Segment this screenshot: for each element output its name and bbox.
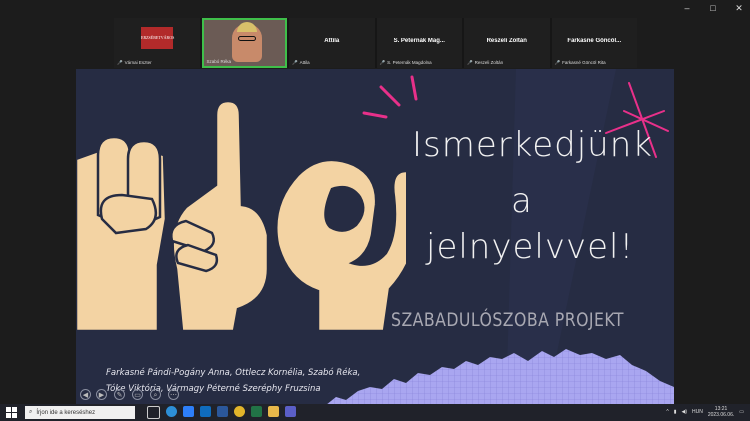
participant-name: Farkasné Göncöl...	[567, 38, 622, 44]
volume-icon[interactable]: ◀)	[681, 409, 687, 415]
slide-title-line: a	[511, 181, 533, 221]
minimize-button[interactable]: –	[680, 2, 694, 14]
slide-title-line: jelnyelvvel!	[426, 227, 635, 267]
teams-icon[interactable]	[285, 406, 296, 417]
previous-slide-button[interactable]: ◀	[80, 389, 91, 400]
participant-tile[interactable]: Attila 🎤 Attila	[289, 18, 375, 68]
network-icon[interactable]: ▮	[674, 409, 677, 415]
more-options-button[interactable]: ⋯	[168, 389, 179, 400]
start-button[interactable]	[6, 407, 17, 418]
muted-mic-icon: 🎤	[554, 60, 561, 65]
clock-date: 2023.06.06.	[707, 412, 735, 418]
participant-name: Attila	[324, 38, 340, 44]
taskbar-search[interactable]: ⌕ Írjon ide a kereséshez	[25, 406, 135, 419]
shared-slide: Ismerkedjünk a jelnyelvvel! SZABADULÓSZO…	[76, 69, 674, 405]
participant-gallery: ERZSÉBETVÁROS 🎤 Várnai Eszter Szabó Réka …	[114, 18, 638, 68]
sign-language-hands-illustration	[76, 99, 406, 333]
language-indicator[interactable]: HUN	[692, 409, 703, 415]
slides-grid-button[interactable]: ▭	[132, 389, 143, 400]
participant-label: Várnai Eszter	[124, 60, 152, 65]
chevron-up-icon[interactable]: ^	[666, 409, 668, 415]
zoom-icon[interactable]	[183, 406, 194, 417]
window-controls: – □ ✕	[680, 2, 746, 14]
participant-tile[interactable]: ERZSÉBETVÁROS 🎤 Várnai Eszter	[114, 18, 200, 68]
close-button[interactable]: ✕	[732, 2, 746, 14]
participant-label: Farkasné Göncöl Rita	[562, 60, 606, 65]
notifications-icon[interactable]: ▭	[739, 409, 744, 415]
windows-taskbar: ⌕ Írjon ide a kereséshez ^ ▮ ◀) HUN 13:2…	[0, 404, 750, 421]
slide-authors: Farkasné Pándi-Pogány Anna, Ottlecz Korn…	[106, 368, 361, 378]
participant-tile-active-speaker[interactable]: Szabó Réka	[201, 18, 288, 68]
slide-title-line: Ismerkedjünk	[412, 125, 653, 165]
participant-tile[interactable]: S. Peternák Mag... 🎤 S. Peternák Magdolna	[376, 18, 463, 68]
muted-mic-icon: 🎤	[292, 60, 298, 65]
explorer-icon[interactable]	[268, 406, 279, 417]
search-placeholder: Írjon ide a kereséshez	[36, 409, 96, 416]
search-icon: ⌕	[29, 409, 33, 415]
system-tray: ^ ▮ ◀) HUN 13:21 2023.06.06. ▭	[666, 406, 744, 418]
edge-icon[interactable]	[166, 406, 177, 417]
slide-subtitle: SZABADULÓSZOBA PROJEKT	[391, 309, 624, 331]
participant-video	[231, 22, 262, 62]
participant-label: Reszeli Zoltán	[474, 60, 504, 65]
excel-icon[interactable]	[251, 406, 262, 417]
participant-name: Reszeli Zoltán	[486, 38, 527, 44]
muted-mic-icon: 🎤	[467, 60, 473, 65]
outlook-icon[interactable]	[200, 406, 211, 417]
participant-name: S. Peternák Mag...	[393, 38, 445, 44]
wave-graphic	[326, 349, 674, 405]
muted-mic-icon: 🎤	[117, 60, 123, 65]
next-slide-button[interactable]: ▶	[96, 389, 107, 400]
word-icon[interactable]	[217, 406, 228, 417]
zoom-button[interactable]: ⌕	[150, 389, 161, 400]
pen-tool-button[interactable]: ✎	[114, 389, 125, 400]
participant-label: Szabó Réka	[206, 59, 232, 64]
participant-logo: ERZSÉBETVÁROS	[141, 27, 174, 49]
maximize-button[interactable]: □	[706, 2, 720, 14]
taskbar-apps	[147, 406, 296, 419]
muted-mic-icon: 🎤	[379, 60, 386, 65]
clock[interactable]: 13:21 2023.06.06.	[708, 406, 734, 418]
task-view-icon[interactable]	[147, 406, 160, 419]
participant-label: S. Peternák Magdolna	[387, 60, 432, 65]
chrome-icon[interactable]	[234, 406, 245, 417]
participant-tile[interactable]: Reszeli Zoltán 🎤 Reszeli Zoltán	[464, 18, 550, 68]
participant-tile[interactable]: Farkasné Göncöl... 🎤 Farkasné Göncöl Rita	[551, 18, 638, 68]
participant-label: Attila	[299, 60, 310, 65]
